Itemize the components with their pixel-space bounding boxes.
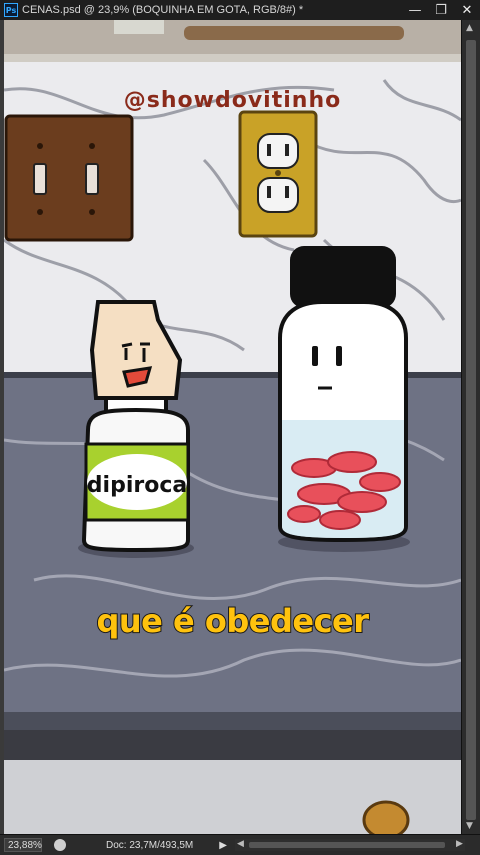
restore-button[interactable]: ❐ — [428, 0, 454, 20]
vertical-scrollbar[interactable]: ▲ ▼ — [461, 20, 480, 834]
shelf-edge — [4, 54, 461, 62]
scene-artwork: dipiroca — [4, 20, 461, 834]
close-button[interactable]: ✕ — [454, 0, 480, 20]
status-bar: 23,88% Doc: 23,7M/493,5M ▶ ◀ ▶ — [0, 834, 480, 855]
glass-object — [114, 20, 164, 34]
mouth-icon — [122, 366, 153, 388]
countertop-front-edge — [4, 712, 461, 730]
scroll-down-icon[interactable]: ▼ — [466, 821, 473, 831]
scroll-left-icon[interactable]: ◀ — [237, 838, 244, 849]
drawer-shadow — [4, 730, 461, 760]
subtitle-caption: que é obedecer — [95, 601, 370, 641]
drawer-knob — [362, 800, 410, 834]
window-controls: — ❐ ✕ — [402, 0, 480, 20]
jar-lid — [290, 246, 396, 308]
screw-icon — [89, 143, 95, 149]
zoom-level-field[interactable]: 23,88% — [4, 838, 42, 852]
status-info-icon[interactable] — [54, 839, 66, 851]
screw-icon — [89, 209, 95, 215]
horizontal-scrollbar[interactable]: ◀ ▶ — [234, 838, 465, 851]
switch-toggle-right — [85, 163, 99, 195]
scroll-right-icon[interactable]: ▶ — [456, 838, 463, 849]
photoshop-app-icon: Ps — [4, 3, 18, 17]
horizontal-scrollbar-thumb[interactable] — [248, 842, 445, 848]
outlet-socket-top — [257, 133, 299, 169]
wooden-board — [184, 26, 404, 40]
scroll-up-icon[interactable]: ▲ — [466, 23, 473, 33]
eye-icon — [312, 346, 318, 366]
minimize-button[interactable]: — — [402, 0, 428, 20]
document-size-info: Doc: 23,7M/493,5M — [106, 839, 194, 851]
title-bar: Ps CENAS.psd @ 23,9% (BOQUINHA EM GOTA, … — [0, 0, 480, 21]
bottle-label-text: dipiroca — [87, 473, 187, 498]
outlet-socket-bottom — [257, 177, 299, 213]
status-menu-arrow-icon[interactable]: ▶ — [219, 840, 227, 851]
watermark-handle: @showdovitinho — [123, 88, 342, 113]
window-title: CENAS.psd @ 23,9% (BOQUINHA EM GOTA, RGB… — [22, 4, 304, 16]
screw-icon — [37, 209, 43, 215]
document-canvas[interactable]: dipiroca @showdovitinho que é obedecer — [4, 20, 461, 834]
light-switch-plate — [4, 114, 134, 242]
eye-icon — [336, 346, 342, 366]
scrollbar-thumb[interactable] — [466, 40, 476, 820]
screw-icon — [37, 143, 43, 149]
switch-toggle-left — [33, 163, 47, 195]
gummy-jar-character — [278, 246, 410, 552]
